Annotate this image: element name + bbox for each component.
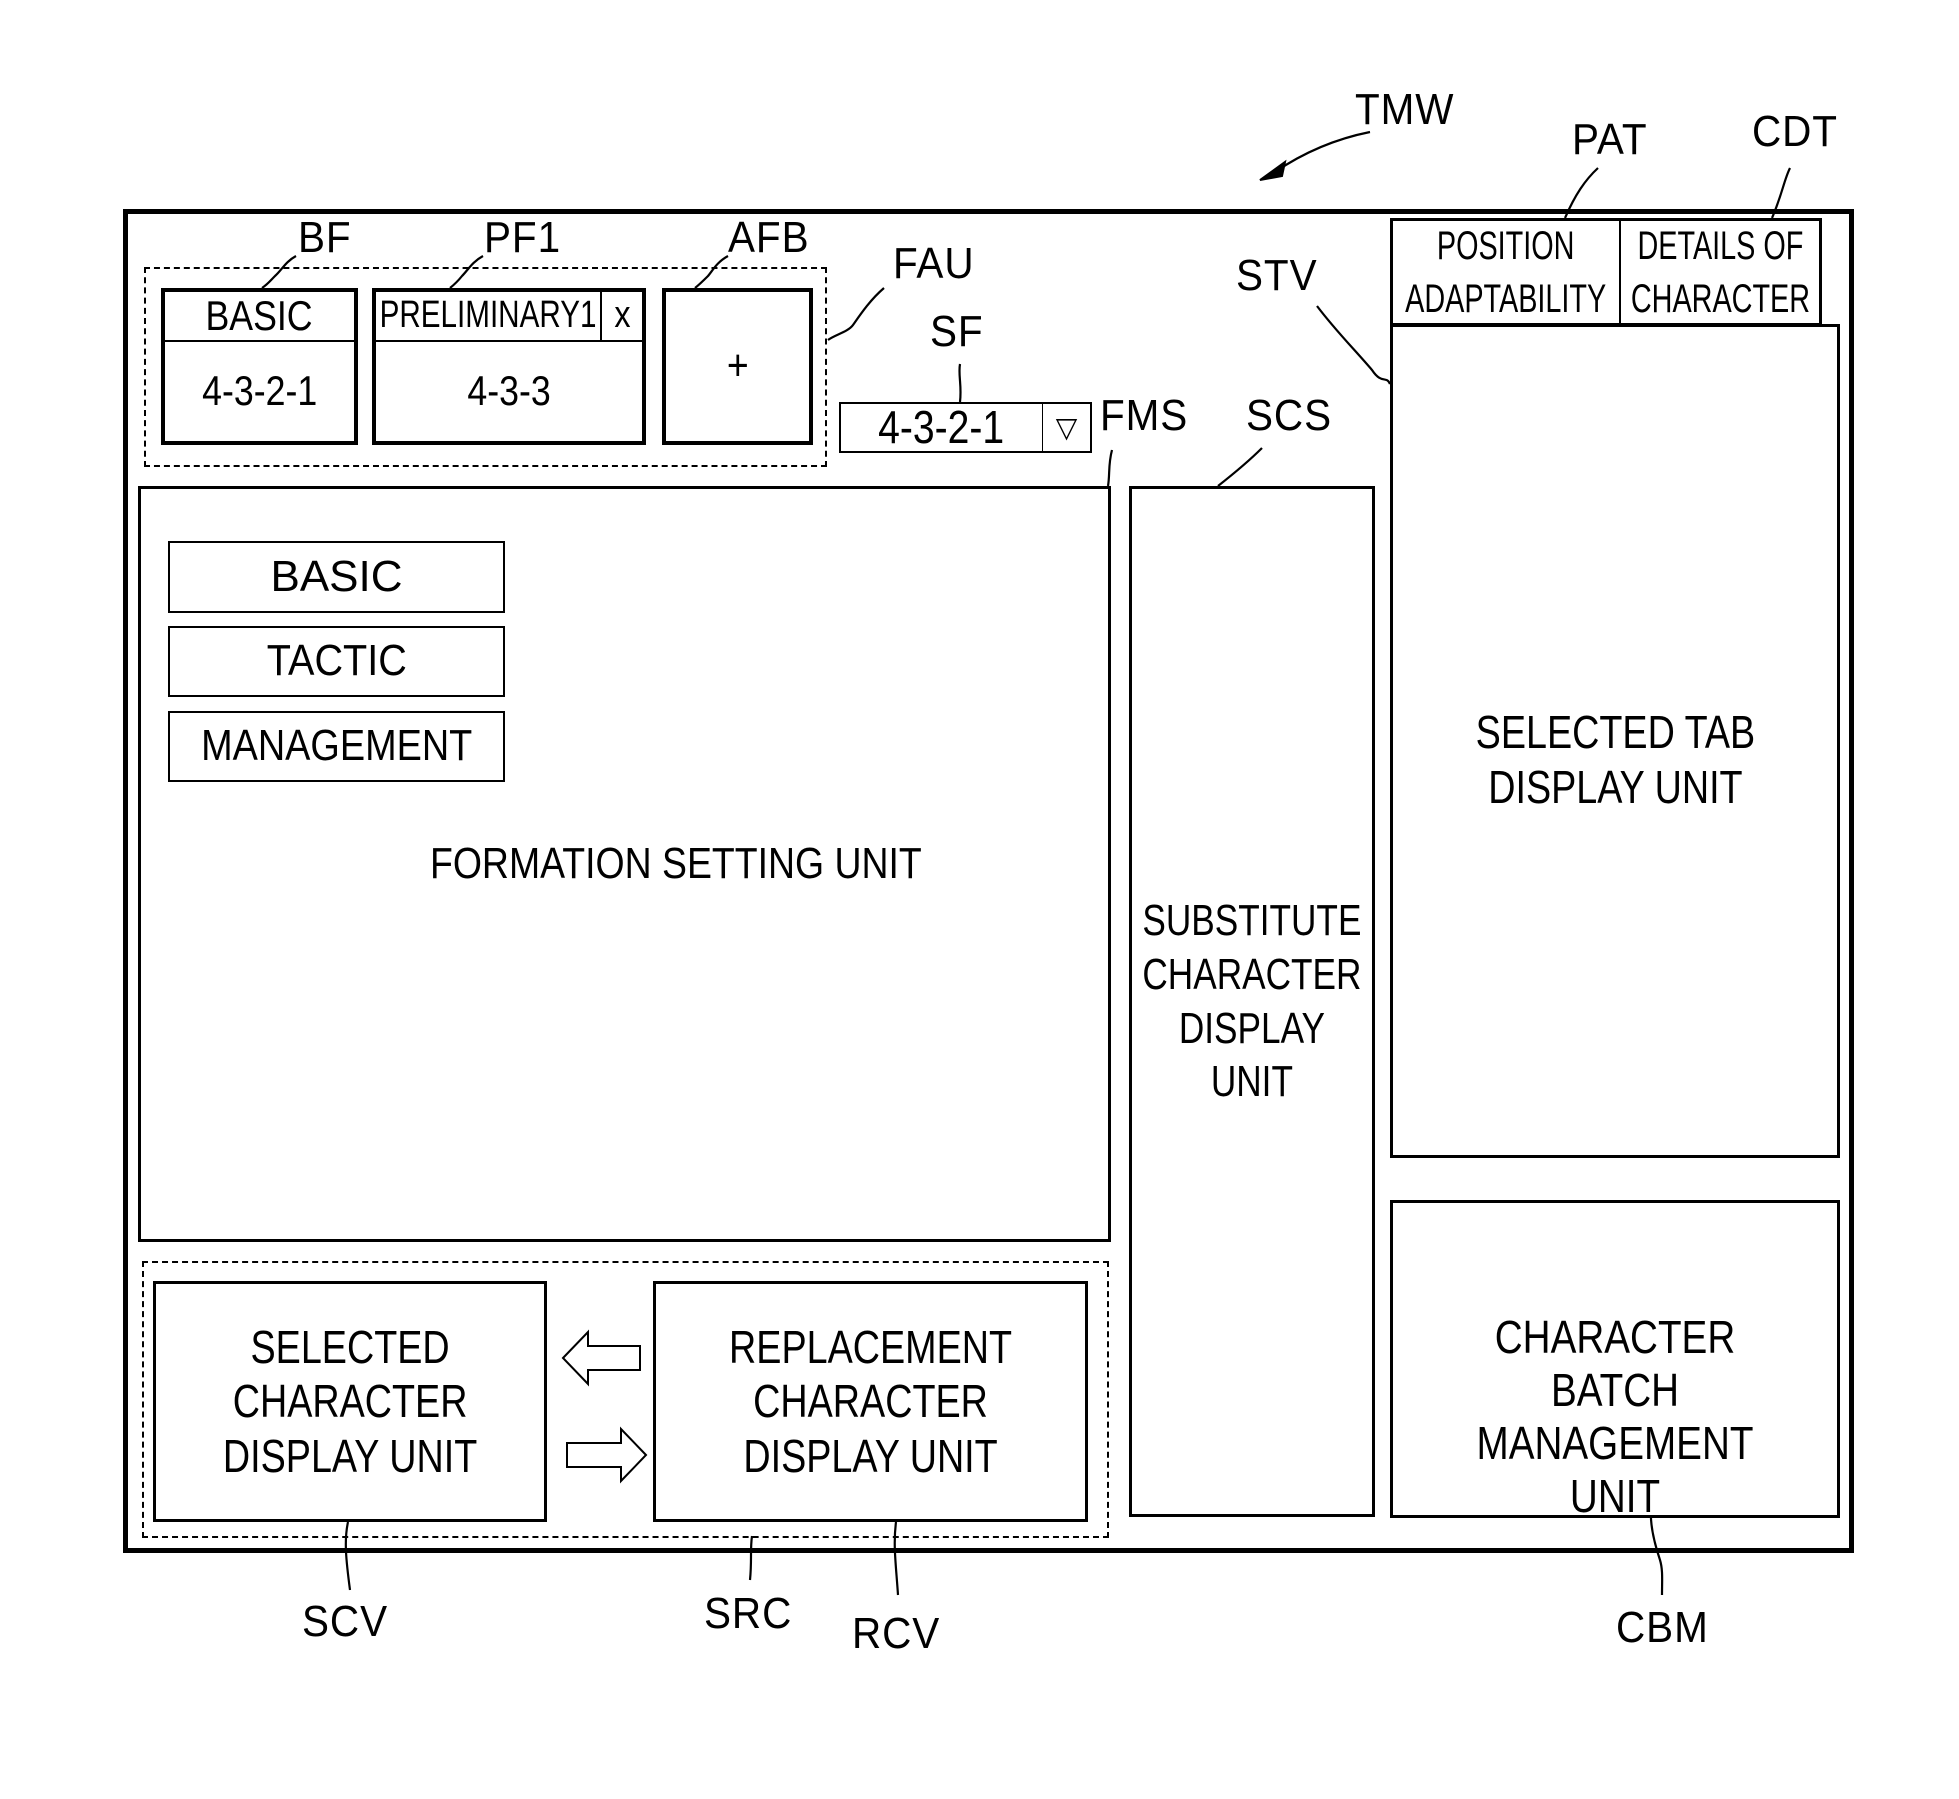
tab-details-line1: DETAILS OF bbox=[1637, 223, 1803, 268]
basic-formation-label: BASIC bbox=[205, 291, 314, 339]
tactic-button-label: TACTIC bbox=[266, 636, 407, 686]
rcv-line3: DISPLAY UNIT bbox=[743, 1429, 998, 1482]
move-to-selected-button[interactable] bbox=[560, 1330, 644, 1386]
basic-formation-header: BASIC bbox=[165, 292, 354, 342]
ref-pat: PAT bbox=[1572, 115, 1648, 164]
basic-formation-tab[interactable]: BASIC 4-3-2-1 bbox=[161, 288, 358, 445]
ref-cdt: CDT bbox=[1752, 107, 1838, 156]
preliminary-formation-label: PRELIMINARY1 bbox=[379, 294, 597, 337]
tab-position-line1: POSITION bbox=[1437, 223, 1575, 268]
scv-line2: CHARACTER bbox=[232, 1375, 468, 1428]
preliminary-formation-body: 4-3-3 bbox=[376, 342, 642, 441]
cbm-line1: CHARACTER BATCH bbox=[1494, 1311, 1736, 1416]
selected-tab-line2: DISPLAY UNIT bbox=[1487, 761, 1743, 814]
basic-button[interactable]: BASIC bbox=[168, 541, 505, 613]
selected-tab-display-unit: SELECTED TAB DISPLAY UNIT bbox=[1390, 324, 1840, 1158]
ref-src: SRC bbox=[704, 1589, 793, 1638]
preliminary-formation-tab[interactable]: PRELIMINARY1 x 4-3-3 bbox=[372, 288, 646, 445]
selected-character-display: SELECTED CHARACTER DISPLAY UNIT bbox=[153, 1281, 547, 1522]
ref-rcv: RCV bbox=[852, 1609, 941, 1658]
formation-setting-title: FORMATION SETTING UNIT bbox=[430, 839, 922, 888]
cbm-line2: MANAGEMENT UNIT bbox=[1476, 1416, 1754, 1522]
tab-details-line2: CHARACTER bbox=[1630, 276, 1810, 321]
triangle-down-icon: ▽ bbox=[1055, 411, 1078, 443]
scv-line1: SELECTED bbox=[250, 1321, 450, 1374]
tab-position-adaptability[interactable]: POSITION ADAPTABILITY bbox=[1393, 221, 1621, 324]
dropdown-button[interactable]: ▽ bbox=[1043, 404, 1090, 451]
close-tab-button[interactable]: x bbox=[602, 292, 642, 342]
tmw-arrowhead bbox=[1259, 159, 1287, 181]
tactic-button[interactable]: TACTIC bbox=[168, 626, 505, 697]
tmw-leader bbox=[1274, 130, 1371, 173]
basic-formation-body: 4-3-2-1 bbox=[165, 342, 354, 441]
formation-select-value-box: 4-3-2-1 bbox=[841, 401, 1043, 453]
basic-formation-value: 4-3-2-1 bbox=[201, 367, 318, 415]
add-formation-button[interactable]: + bbox=[662, 288, 813, 445]
management-button-label: MANAGEMENT bbox=[200, 721, 473, 771]
ref-tmw: TMW bbox=[1355, 85, 1455, 134]
preliminary-formation-value: 4-3-3 bbox=[467, 367, 551, 415]
rcv-line2: CHARACTER bbox=[753, 1375, 988, 1428]
plus-icon: + bbox=[726, 341, 749, 391]
substitute-character-text: SUBSTITUTE CHARACTER DISPLAY UNIT bbox=[1142, 896, 1362, 1107]
ref-scv: SCV bbox=[302, 1597, 389, 1646]
selected-tab-line1: SELECTED TAB bbox=[1475, 706, 1755, 758]
preliminary-formation-header: PRELIMINARY1 bbox=[376, 292, 602, 342]
ref-cbm: CBM bbox=[1616, 1603, 1709, 1652]
tab-details-of-character[interactable]: DETAILS OF CHARACTER bbox=[1621, 221, 1819, 324]
substitute-character-display: SUBSTITUTE CHARACTER DISPLAY UNIT bbox=[1129, 486, 1375, 1517]
basic-button-label: BASIC bbox=[270, 551, 403, 601]
replacement-character-display: REPLACEMENT CHARACTER DISPLAY UNIT bbox=[653, 1281, 1088, 1522]
close-icon: x bbox=[613, 294, 631, 337]
character-batch-management-unit: CHARACTER BATCH MANAGEMENT UNIT bbox=[1390, 1200, 1840, 1522]
formation-select[interactable]: 4-3-2-1 ▽ bbox=[839, 401, 1092, 453]
rcv-line1: REPLACEMENT bbox=[729, 1321, 1012, 1374]
scv-line3: DISPLAY UNIT bbox=[222, 1429, 478, 1482]
formation-select-value: 4-3-2-1 bbox=[878, 400, 1005, 453]
move-to-replacement-button[interactable] bbox=[563, 1427, 649, 1483]
management-button[interactable]: MANAGEMENT bbox=[168, 711, 505, 782]
tab-position-line2: ADAPTABILITY bbox=[1405, 276, 1607, 321]
